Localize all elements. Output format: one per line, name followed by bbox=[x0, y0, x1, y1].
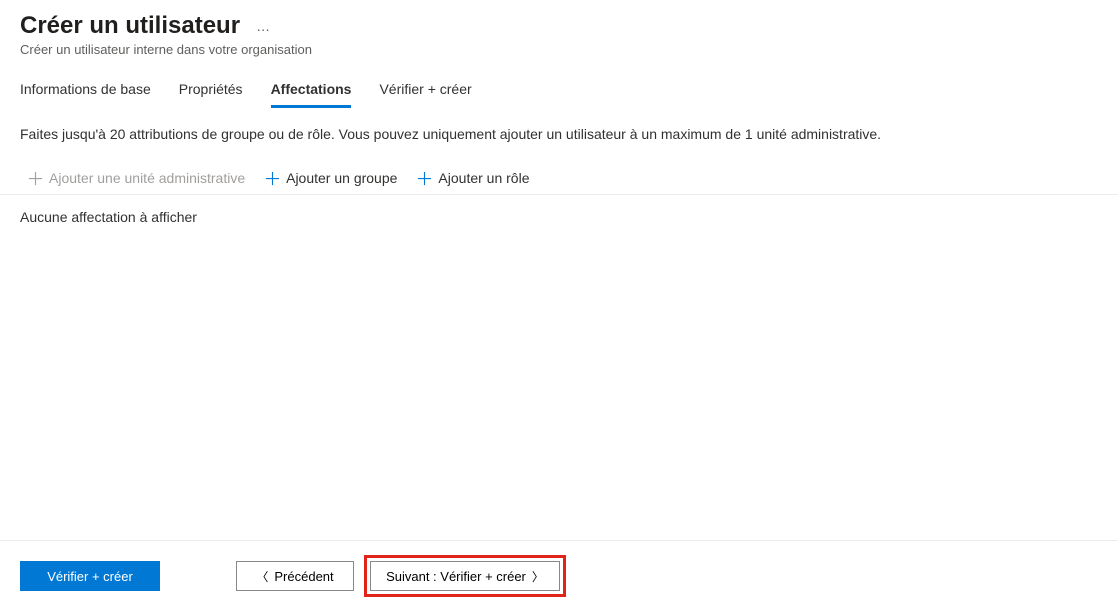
page-subtitle: Créer un utilisateur interne dans votre … bbox=[20, 42, 1098, 57]
chevron-left-icon: 〈 bbox=[256, 568, 268, 585]
chevron-right-icon: 〉 bbox=[532, 568, 544, 585]
toolbar: Ajouter une unité administrative Ajouter… bbox=[0, 150, 1118, 195]
next-button[interactable]: Suivant : Vérifier + créer 〉 bbox=[370, 561, 560, 591]
tab-review-create[interactable]: Vérifier + créer bbox=[379, 81, 471, 108]
tab-basic-info[interactable]: Informations de base bbox=[20, 81, 151, 108]
plus-icon bbox=[28, 171, 43, 186]
add-admin-unit-button: Ajouter une unité administrative bbox=[28, 170, 245, 186]
tab-properties[interactable]: Propriétés bbox=[179, 81, 243, 108]
tabs: Informations de base Propriétés Affectat… bbox=[0, 61, 1118, 108]
previous-button[interactable]: 〈 Précédent bbox=[236, 561, 354, 591]
tab-assignments[interactable]: Affectations bbox=[271, 81, 352, 108]
add-group-button[interactable]: Ajouter un groupe bbox=[265, 170, 397, 186]
add-role-label: Ajouter un rôle bbox=[438, 170, 529, 186]
add-admin-unit-label: Ajouter une unité administrative bbox=[49, 170, 245, 186]
add-role-button[interactable]: Ajouter un rôle bbox=[417, 170, 529, 186]
more-actions-icon[interactable]: … bbox=[256, 18, 271, 34]
plus-icon bbox=[417, 171, 432, 186]
next-label: Suivant : Vérifier + créer bbox=[386, 569, 526, 584]
add-group-label: Ajouter un groupe bbox=[286, 170, 397, 186]
plus-icon bbox=[265, 171, 280, 186]
footer: Vérifier + créer 〈 Précédent Suivant : V… bbox=[0, 540, 1118, 611]
next-button-highlight: Suivant : Vérifier + créer 〉 bbox=[364, 555, 566, 597]
empty-state-message: Aucune affectation à afficher bbox=[0, 195, 1118, 239]
assignments-description: Faites jusqu'à 20 attributions de groupe… bbox=[0, 108, 1118, 150]
page-title: Créer un utilisateur bbox=[20, 12, 240, 40]
previous-label: Précédent bbox=[274, 569, 333, 584]
review-create-button[interactable]: Vérifier + créer bbox=[20, 561, 160, 591]
